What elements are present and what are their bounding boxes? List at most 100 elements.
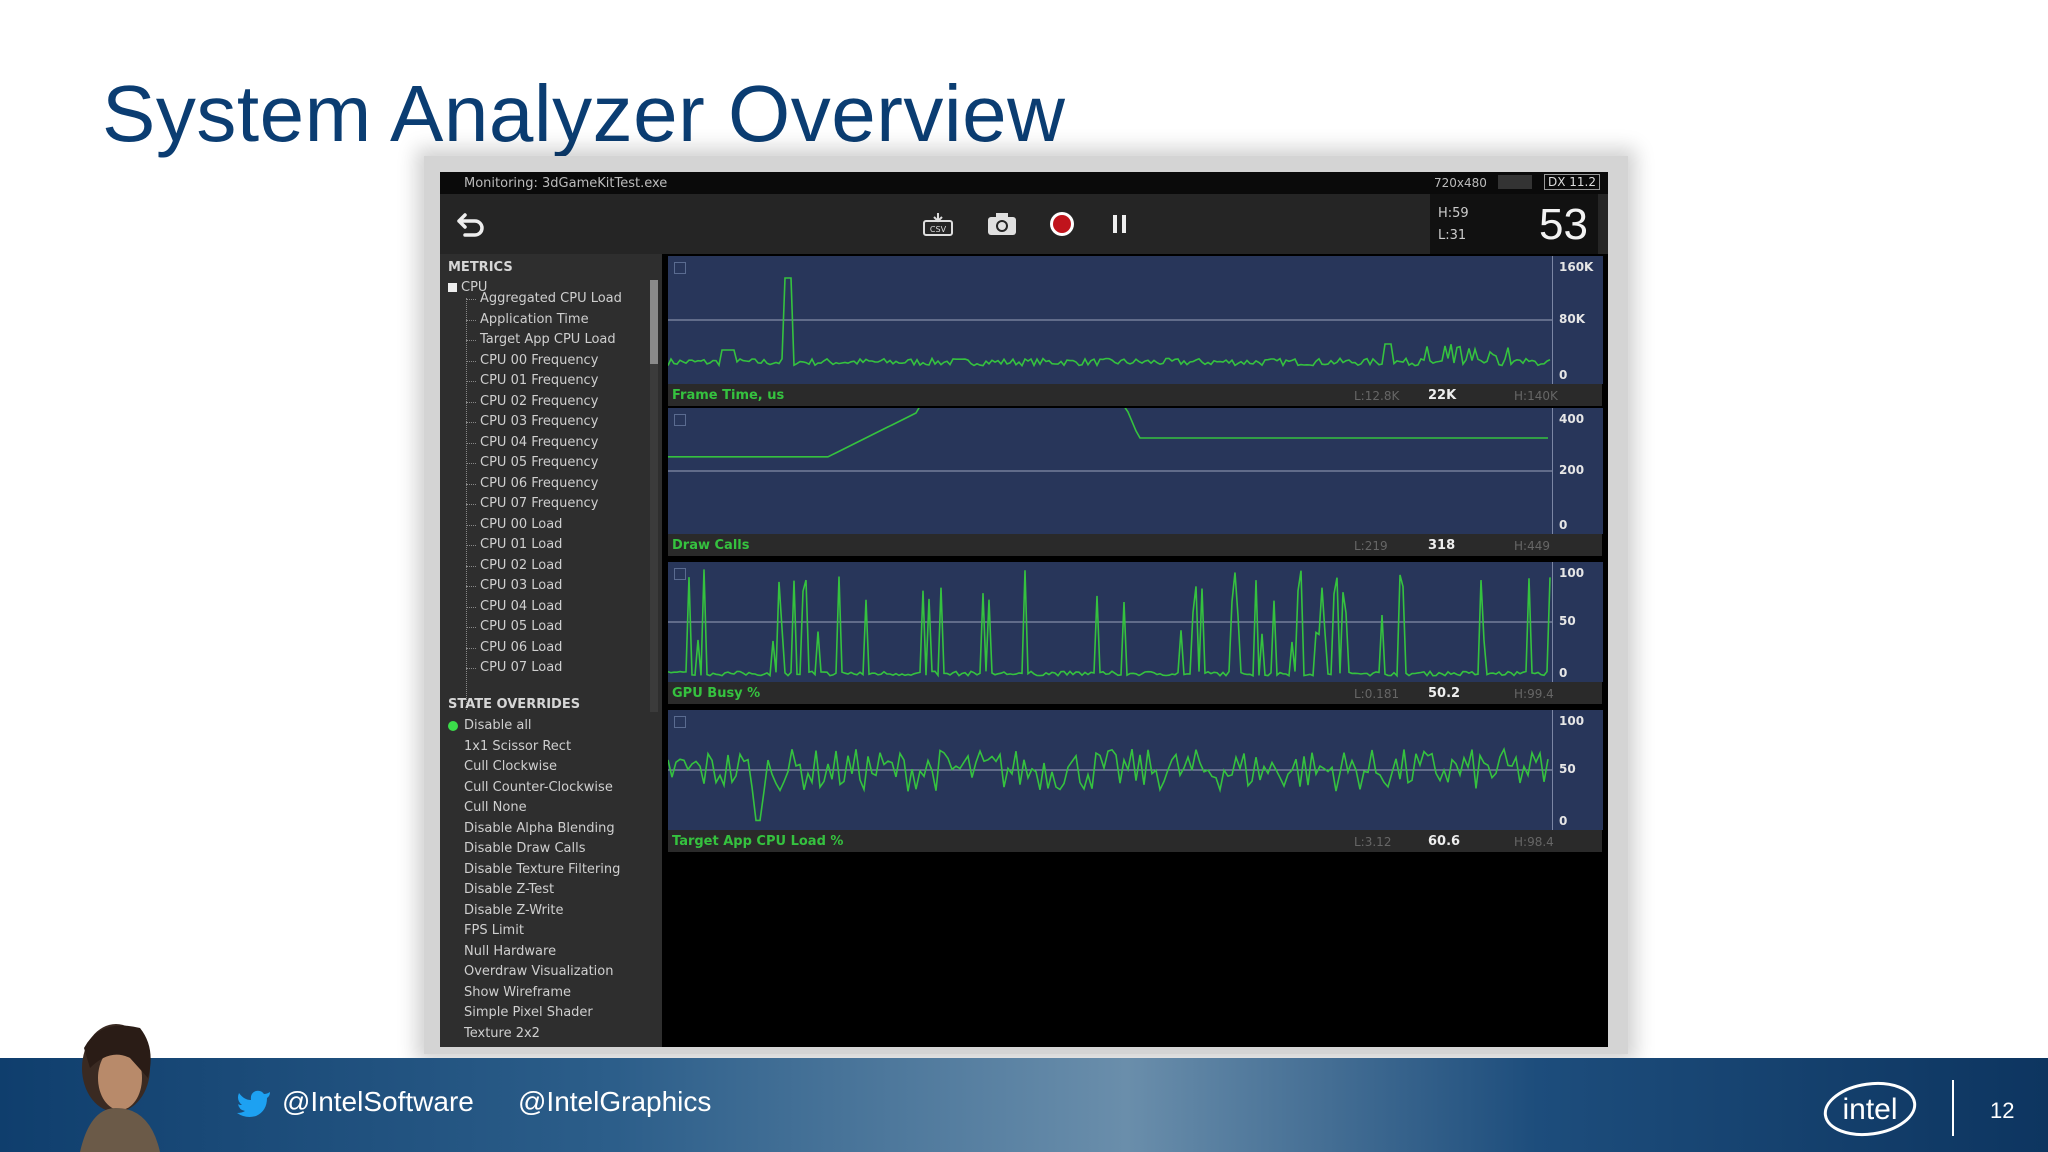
override-item[interactable]: Disable Draw Calls	[464, 841, 585, 856]
metric-item[interactable]: CPU 00 Load	[465, 517, 562, 532]
override-item[interactable]: 1x1 Scissor Rect	[464, 739, 571, 754]
chart-footer: GPU Busy % L:0.181 50.2 H:99.4	[668, 682, 1602, 704]
override-item[interactable]: Null Hardware	[464, 944, 556, 959]
chart-name: Draw Calls	[672, 538, 750, 553]
override-item[interactable]: Disable Z-Test	[464, 882, 554, 897]
metrics-scrollbar[interactable]	[650, 280, 658, 712]
series-line	[668, 408, 1548, 458]
fps-low: L:31	[1438, 228, 1467, 243]
chart-current-value: 318	[1428, 538, 1456, 553]
y-tick-label: 100	[1559, 714, 1585, 728]
metric-item[interactable]: CPU 01 Load	[465, 537, 562, 552]
record-button[interactable]	[1044, 206, 1080, 242]
override-item[interactable]: FPS Limit	[464, 923, 524, 938]
y-tick-label: 160K	[1559, 260, 1594, 274]
page-number: 12	[1990, 1098, 2015, 1123]
override-item[interactable]: Disable Texture Filtering	[464, 862, 620, 877]
y-tick-label: 0	[1559, 518, 1568, 532]
plot-area	[668, 562, 1552, 682]
metric-item[interactable]: CPU 01 Frequency	[465, 373, 598, 388]
override-item[interactable]: Show Wireframe	[464, 985, 571, 1000]
metric-item[interactable]: CPU 05 Frequency	[465, 455, 598, 470]
series-line	[668, 277, 1551, 368]
back-button[interactable]	[452, 206, 488, 242]
charts-area: 160K 80K 0 Frame Time, us L:12.8K 22K H:140K 40…	[662, 254, 1608, 1047]
monitoring-bar: Monitoring: 3dGameKitTest.exe 720x480 DX…	[440, 172, 1608, 194]
chart-svg	[668, 746, 1552, 822]
plot-area	[668, 710, 1552, 830]
metric-item[interactable]: CPU 03 Load	[465, 578, 562, 593]
override-item[interactable]: Cull Clockwise	[464, 759, 557, 774]
back-icon	[457, 213, 484, 237]
y-tick-label: 0	[1559, 666, 1568, 680]
y-tick-label: 0	[1559, 814, 1568, 828]
camera-icon	[988, 213, 1016, 235]
twitter-handle-graphics[interactable]: @IntelGraphics	[518, 1086, 711, 1118]
twitter-handle-software[interactable]: @IntelSoftware	[282, 1086, 474, 1118]
chart-low-value: L:3.12	[1354, 835, 1392, 849]
screenshot-button[interactable]	[984, 206, 1020, 242]
metric-item[interactable]: CPU 02 Load	[465, 558, 562, 573]
csv-label: CSV	[930, 225, 947, 234]
series-line	[668, 569, 1551, 678]
chart-footer: Frame Time, us L:12.8K 22K H:140K	[668, 384, 1602, 406]
override-item[interactable]: Cull Counter-Clockwise	[464, 780, 613, 795]
metric-item[interactable]: CPU 07 Load	[465, 660, 562, 675]
metric-item[interactable]: CPU 00 Frequency	[465, 353, 598, 368]
override-item[interactable]: Overdraw Visualization	[464, 964, 613, 979]
metric-item[interactable]: CPU 07 Frequency	[465, 496, 598, 511]
y-axis: 100 50 0	[1552, 562, 1603, 682]
metric-item[interactable]: CPU 04 Load	[465, 599, 562, 614]
selected-radio-icon	[448, 721, 458, 731]
state-overrides-header: STATE OVERRIDES	[448, 697, 581, 712]
y-axis: 400 200 0	[1552, 408, 1603, 534]
pause-button[interactable]	[1102, 206, 1138, 242]
csv-export-icon: CSV	[923, 213, 953, 236]
chart-footer: Target App CPU Load % L:3.12 60.6 H:98.4	[668, 830, 1602, 852]
metrics-header: METRICS	[448, 260, 513, 275]
chart-current-value: 50.2	[1428, 686, 1461, 701]
metric-item[interactable]: CPU 06 Load	[465, 640, 562, 655]
override-item[interactable]: Cull None	[464, 800, 527, 815]
scroll-thumb[interactable]	[650, 280, 658, 364]
chart-low-value: L:12.8K	[1354, 389, 1400, 403]
y-tick-label: 400	[1559, 412, 1585, 426]
metric-item[interactable]: Target App CPU Load	[466, 332, 616, 347]
y-axis: 160K 80K 0	[1552, 256, 1603, 384]
csv-export-button[interactable]: CSV	[920, 206, 956, 242]
fps-high: H:59	[1438, 206, 1469, 221]
metric-item[interactable]: CPU 02 Frequency	[465, 394, 598, 409]
override-item[interactable]: Simple Pixel Shader	[464, 1005, 593, 1020]
record-icon	[1050, 212, 1074, 236]
metric-item[interactable]: CPU 06 Frequency	[465, 476, 598, 491]
chart-footer: Draw Calls L:219 318 H:449	[668, 534, 1602, 556]
chart-high-value: H:98.4	[1514, 835, 1554, 849]
chart-high-value: H:140K	[1514, 389, 1558, 403]
svg-text:intel: intel	[1842, 1093, 1897, 1126]
override-item[interactable]: Disable Z-Write	[464, 903, 564, 918]
system-analyzer-window: Monitoring: 3dGameKitTest.exe 720x480 DX…	[440, 172, 1608, 1047]
metric-item[interactable]: CPU 03 Frequency	[465, 414, 598, 429]
slide-title: System Analyzer Overview	[102, 69, 1066, 158]
chart-current-value: 22K	[1428, 388, 1457, 403]
y-tick-label: 50	[1559, 762, 1576, 776]
twitter-icon	[237, 1090, 270, 1117]
api-badge: DX 11.2	[1544, 174, 1600, 190]
fps-current: 53	[1539, 200, 1588, 249]
metric-item[interactable]: CPU 05 Load	[465, 619, 562, 634]
override-item[interactable]: Texture 2x2	[464, 1026, 540, 1041]
metric-item[interactable]: CPU 04 Frequency	[465, 435, 598, 450]
chart-high-value: H:99.4	[1514, 687, 1554, 701]
chart-name: Frame Time, us	[672, 388, 785, 403]
metric-item[interactable]: Aggregated CPU Load	[466, 291, 622, 306]
collapse-icon	[448, 283, 457, 292]
metric-chart: 100 50 0 GPU Busy % L:0.181 50.2 H:99.4	[668, 562, 1603, 704]
fps-panel: H:59 L:31 53	[1430, 194, 1598, 254]
y-tick-label: 0	[1559, 368, 1568, 382]
metric-item[interactable]: Application Time	[466, 312, 589, 327]
override-item[interactable]: Disable all	[464, 718, 532, 733]
plot-area	[668, 256, 1552, 384]
chart-current-value: 60.6	[1428, 834, 1461, 849]
override-item[interactable]: Disable Alpha Blending	[464, 821, 615, 836]
y-tick-label: 100	[1559, 566, 1585, 580]
